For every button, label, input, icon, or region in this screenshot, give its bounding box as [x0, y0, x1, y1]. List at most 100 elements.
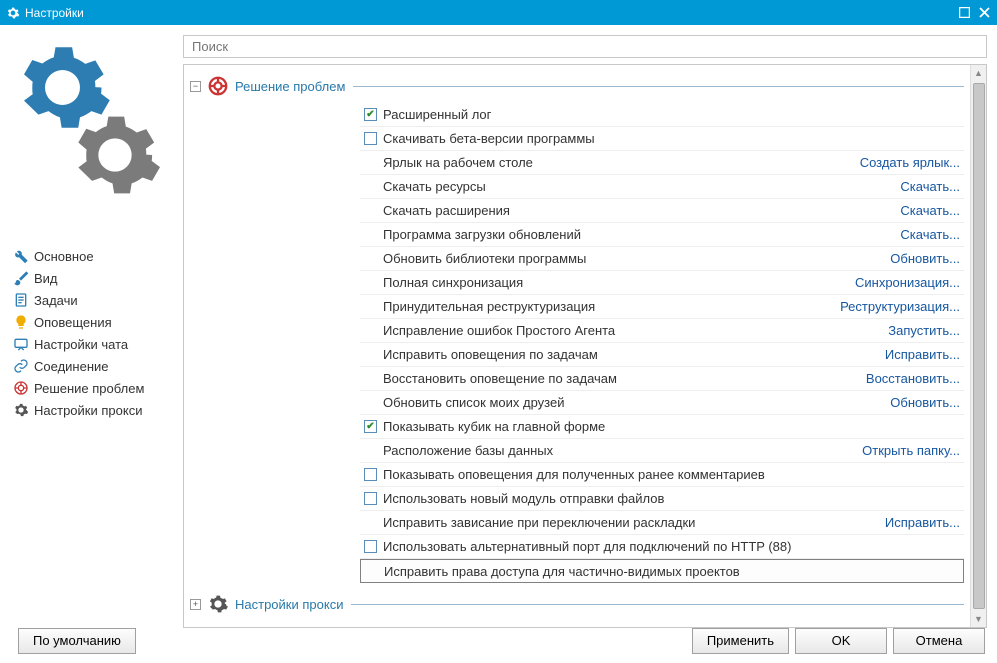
- chat-icon: [13, 336, 29, 352]
- setting-show-old-comment-notif[interactable]: Показывать оповещения для полученных ран…: [360, 463, 964, 487]
- sidebar-item-label: Решение проблем: [34, 381, 144, 396]
- setting-label: Скачивать бета-версии программы: [383, 131, 960, 146]
- setting-label: Полная синхронизация: [383, 275, 855, 290]
- settings-gear-icon: [6, 6, 20, 20]
- checkbox-icon[interactable]: [364, 540, 377, 553]
- lifebuoy-icon: [13, 380, 29, 396]
- action-sync[interactable]: Синхронизация...: [855, 275, 960, 290]
- sidebar-logo: [10, 35, 175, 205]
- action-fix[interactable]: Исправить...: [885, 515, 960, 530]
- close-button[interactable]: [977, 6, 991, 20]
- setting-update-friends: Обновить список моих друзей Обновить...: [360, 391, 964, 415]
- setting-label: Скачать расширения: [383, 203, 900, 218]
- apply-button[interactable]: Применить: [692, 628, 789, 654]
- setting-download-beta[interactable]: Скачивать бета-версии программы: [360, 127, 964, 151]
- sidebar-item-chat[interactable]: Настройки чата: [10, 333, 175, 355]
- ok-button[interactable]: OK: [795, 628, 887, 654]
- action-create-shortcut[interactable]: Создать ярлык...: [860, 155, 960, 170]
- titlebar: Настройки: [0, 0, 997, 25]
- window-title: Настройки: [25, 6, 957, 20]
- sidebar-item-label: Оповещения: [34, 315, 112, 330]
- section-proxy-header[interactable]: + Настройки прокси: [190, 593, 964, 615]
- sidebar-item-connection[interactable]: Соединение: [10, 355, 175, 377]
- checkbox-icon[interactable]: [364, 468, 377, 481]
- action-update[interactable]: Обновить...: [890, 251, 960, 266]
- setting-restore-task-notif: Восстановить оповещение по задачам Восст…: [360, 367, 964, 391]
- maximize-button[interactable]: [957, 6, 971, 20]
- setting-desktop-shortcut: Ярлык на рабочем столе Создать ярлык...: [360, 151, 964, 175]
- action-run[interactable]: Запустить...: [888, 323, 960, 338]
- gear-icon: [13, 402, 29, 418]
- defaults-button[interactable]: По умолчанию: [18, 628, 136, 654]
- setting-db-location: Расположение базы данных Открыть папку..…: [360, 439, 964, 463]
- checkbox-icon[interactable]: [364, 108, 377, 121]
- expand-icon[interactable]: +: [190, 599, 201, 610]
- setting-label: Использовать альтернативный порт для под…: [383, 539, 960, 554]
- sidebar-item-troubleshoot[interactable]: Решение проблем: [10, 377, 175, 399]
- scrollbar[interactable]: ▲ ▼: [970, 65, 986, 627]
- setting-label: Использовать новый модуль отправки файло…: [383, 491, 960, 506]
- action-restructure[interactable]: Реструктуризация...: [840, 299, 960, 314]
- setting-label: Исправить зависание при переключении рас…: [383, 515, 885, 530]
- sidebar-item-proxy[interactable]: Настройки прокси: [10, 399, 175, 421]
- setting-alt-http-port[interactable]: Использовать альтернативный порт для под…: [360, 535, 964, 559]
- scroll-thumb[interactable]: [973, 83, 985, 609]
- action-download[interactable]: Скачать...: [900, 203, 960, 218]
- collapse-icon[interactable]: −: [190, 81, 201, 92]
- sidebar-item-notifications[interactable]: Оповещения: [10, 311, 175, 333]
- scroll-up-icon[interactable]: ▲: [971, 65, 987, 81]
- section-title: Решение проблем: [235, 79, 345, 94]
- setting-label: Обновить библиотеки программы: [383, 251, 890, 266]
- sidebar-item-tasks[interactable]: Задачи: [10, 289, 175, 311]
- setting-label: Показывать оповещения для полученных ран…: [383, 467, 960, 482]
- setting-label: Восстановить оповещение по задачам: [383, 371, 866, 386]
- main-panel: − Решение проблем Расширенный лог Скачив…: [183, 35, 987, 618]
- setting-label: Исправить оповещения по задачам: [383, 347, 885, 362]
- action-download[interactable]: Скачать...: [900, 179, 960, 194]
- setting-label: Расположение базы данных: [383, 443, 862, 458]
- sidebar-item-view[interactable]: Вид: [10, 267, 175, 289]
- setting-update-libraries: Обновить библиотеки программы Обновить..…: [360, 247, 964, 271]
- setting-full-sync: Полная синхронизация Синхронизация...: [360, 271, 964, 295]
- sidebar-item-label: Настройки чата: [34, 337, 128, 352]
- action-restore[interactable]: Восстановить...: [866, 371, 960, 386]
- setting-show-cube[interactable]: Показывать кубик на главной форме: [360, 415, 964, 439]
- action-open-folder[interactable]: Открыть папку...: [862, 443, 960, 458]
- search-input[interactable]: [183, 35, 987, 58]
- checkbox-icon[interactable]: [364, 420, 377, 433]
- action-update[interactable]: Обновить...: [890, 395, 960, 410]
- sidebar-item-general[interactable]: Основное: [10, 245, 175, 267]
- setting-new-upload-module[interactable]: Использовать новый модуль отправки файло…: [360, 487, 964, 511]
- document-icon: [13, 292, 29, 308]
- setting-label: Скачать ресурсы: [383, 179, 900, 194]
- lifebuoy-icon: [207, 75, 229, 97]
- sidebar-item-label: Настройки прокси: [34, 403, 142, 418]
- setting-label: Расширенный лог: [383, 107, 960, 122]
- maximize-icon: [959, 7, 970, 18]
- wrench-icon: [13, 248, 29, 264]
- setting-fix-task-notif: Исправить оповещения по задачам Исправит…: [360, 343, 964, 367]
- setting-label: Программа загрузки обновлений: [383, 227, 900, 242]
- settings-content: − Решение проблем Расширенный лог Скачив…: [183, 64, 987, 628]
- setting-update-loader: Программа загрузки обновлений Скачать...: [360, 223, 964, 247]
- close-icon: [979, 7, 990, 18]
- setting-label: Исправление ошибок Простого Агента: [383, 323, 888, 338]
- setting-fix-agent: Исправление ошибок Простого Агента Запус…: [360, 319, 964, 343]
- link-icon: [13, 358, 29, 374]
- action-fix[interactable]: Исправить...: [885, 347, 960, 362]
- checkbox-icon[interactable]: [364, 132, 377, 145]
- bulb-icon: [13, 314, 29, 330]
- cancel-button[interactable]: Отмена: [893, 628, 985, 654]
- section-troubleshoot-header[interactable]: − Решение проблем: [190, 75, 964, 97]
- setting-restructure: Принудительная реструктуризация Реструкт…: [360, 295, 964, 319]
- setting-download-resources: Скачать ресурсы Скачать...: [360, 175, 964, 199]
- divider: [351, 604, 964, 605]
- action-download[interactable]: Скачать...: [900, 227, 960, 242]
- setting-download-extensions: Скачать расширения Скачать...: [360, 199, 964, 223]
- setting-fix-partial-projects[interactable]: Исправить права доступа для частично-вид…: [360, 559, 964, 583]
- setting-extended-log[interactable]: Расширенный лог: [360, 103, 964, 127]
- checkbox-icon[interactable]: [364, 492, 377, 505]
- setting-label: Исправить права доступа для частично-вид…: [384, 564, 959, 579]
- scroll-down-icon[interactable]: ▼: [971, 611, 987, 627]
- sidebar-item-label: Основное: [34, 249, 94, 264]
